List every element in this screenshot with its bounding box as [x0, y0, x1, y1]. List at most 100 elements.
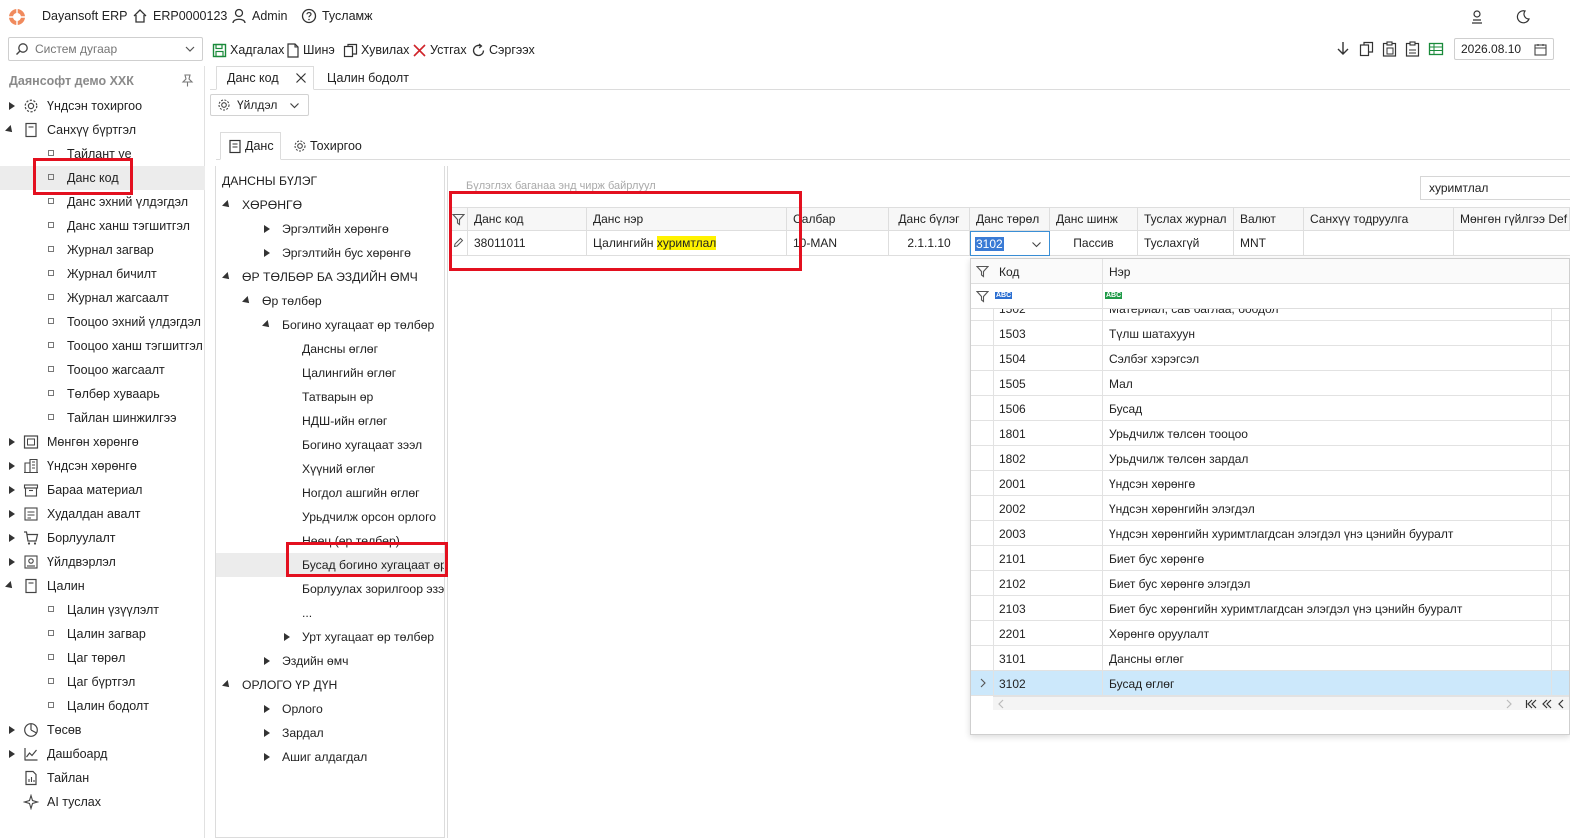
- expand-arrow-icon[interactable]: [9, 486, 15, 494]
- refresh-button[interactable]: Сэргээх: [471, 40, 535, 60]
- expand-arrow-icon[interactable]: [264, 657, 270, 665]
- list-item[interactable]: 2002 Үндсэн хөрөнгийн элэгдэл: [971, 496, 1569, 521]
- expand-arrow-icon[interactable]: [9, 102, 15, 110]
- expand-arrow-icon[interactable]: [9, 726, 15, 734]
- list-item[interactable]: 2001 Үндсэн хөрөнгө: [971, 471, 1569, 496]
- filter-icon[interactable]: [976, 290, 989, 303]
- filter-icon[interactable]: [976, 265, 989, 278]
- sidebar-item[interactable]: Данс ханш тэгшитгэл: [0, 214, 205, 238]
- sidebar-item[interactable]: Худалдан авалт: [0, 502, 205, 526]
- chevron-down-icon[interactable]: [184, 43, 196, 55]
- cell-branch[interactable]: 10-MAN: [787, 231, 889, 256]
- cell-account-nature[interactable]: Пассив: [1050, 231, 1138, 256]
- sidebar-item[interactable]: Үндсэн тохиргоо: [0, 94, 205, 118]
- sidebar-item[interactable]: Бараа материал: [0, 478, 205, 502]
- list-item[interactable]: 1801 Урьдчилж төлсөн тооцоо: [971, 421, 1569, 446]
- tree-node[interactable]: Богино хугацаат өр төлбөр: [216, 313, 444, 337]
- tree-node[interactable]: Хүүний өглөг: [216, 457, 444, 481]
- chevron-right-icon[interactable]: [1505, 699, 1513, 709]
- help-menu[interactable]: Тусламж: [301, 8, 373, 24]
- expand-arrow-icon[interactable]: [9, 558, 15, 566]
- sidebar-item[interactable]: Тооцоо жагсаалт: [0, 358, 205, 382]
- column-header-currency[interactable]: Валют: [1234, 207, 1304, 231]
- scroll-left-icon[interactable]: [1557, 699, 1565, 709]
- tree-node[interactable]: Урт хугацаат өр төлбөр: [216, 625, 444, 649]
- sidebar-item[interactable]: Цалин үзүүлэлт: [0, 598, 205, 622]
- sidebar-item[interactable]: Санхүү бүртгэл: [0, 118, 205, 142]
- save-button[interactable]: Хадгалах: [212, 40, 284, 60]
- tree-node[interactable]: Богино хугацаат зээл: [216, 433, 444, 457]
- tree-node[interactable]: Эргэлтийн хөрөнгө: [216, 217, 444, 241]
- tree-node[interactable]: Өр төлбөр: [216, 289, 444, 313]
- tree-node[interactable]: Эргэлтийн бус хөрөнгө: [216, 241, 444, 265]
- expand-arrow-icon[interactable]: [264, 753, 270, 761]
- sidebar-item[interactable]: Тайлан шинжилгээ: [0, 406, 205, 430]
- column-header-sub-journal[interactable]: Туслах журнал: [1138, 207, 1234, 231]
- tree-node[interactable]: ...: [216, 601, 444, 625]
- first-page-icon[interactable]: [1525, 699, 1537, 709]
- sidebar-item[interactable]: Тооцоо эхний үлдэгдэл: [0, 310, 205, 334]
- previous-page-icon[interactable]: [1541, 699, 1553, 709]
- dark-mode-icon[interactable]: [1515, 9, 1531, 25]
- sidebar-item[interactable]: Үндсэн хөрөнгө: [0, 454, 205, 478]
- expand-arrow-icon[interactable]: [9, 510, 15, 518]
- tree-node[interactable]: Зардал: [216, 721, 444, 745]
- excel-export-icon[interactable]: [1428, 41, 1444, 57]
- column-header-account-type[interactable]: Данс төрөл: [970, 207, 1050, 231]
- company-code[interactable]: ERP0000123: [132, 8, 227, 24]
- collapse-arrow-icon[interactable]: [222, 272, 232, 282]
- list-item[interactable]: 2201 Хөрөнгө оруулалт: [971, 621, 1569, 646]
- user-menu[interactable]: Admin: [231, 8, 287, 24]
- cell-sub-journal[interactable]: Туслахгүй: [1138, 231, 1234, 256]
- action-dropdown[interactable]: Үйлдэл: [210, 94, 309, 116]
- tree-node[interactable]: ОРЛОГО ҮР ДҮН: [216, 673, 444, 697]
- pin-icon[interactable]: [181, 74, 194, 87]
- paste-icon[interactable]: [1405, 41, 1420, 57]
- collapse-arrow-icon[interactable]: [5, 125, 15, 135]
- delete-button[interactable]: Устгах: [412, 40, 467, 60]
- tree-node[interactable]: Борлуулах зорилгоор эзэм: [216, 577, 444, 601]
- column-header-cashflow[interactable]: Мөнгөн гүйлгээ Def: [1454, 207, 1570, 231]
- list-item[interactable]: 2003 Үндсэн хөрөнгийн хуримтлагдсан элэгд…: [971, 521, 1569, 546]
- collapse-arrow-icon[interactable]: [5, 581, 15, 591]
- popup-col-code[interactable]: Код: [999, 265, 1019, 279]
- list-item[interactable]: 1502 Материал, сав баглаа, боодол: [971, 309, 1569, 321]
- tree-node[interactable]: Татварын өр: [216, 385, 444, 409]
- tree-node[interactable]: НДШ-ийн өглөг: [216, 409, 444, 433]
- expand-arrow-icon[interactable]: [9, 462, 15, 470]
- expand-arrow-icon[interactable]: [264, 249, 270, 257]
- list-item[interactable]: 1503 Түлш шатахуун: [971, 321, 1569, 346]
- copy-button[interactable]: Хувилах: [343, 40, 409, 60]
- sidebar-item[interactable]: AI туслах: [0, 790, 205, 814]
- tab-account[interactable]: Данс: [220, 132, 281, 160]
- expand-arrow-icon[interactable]: [264, 225, 270, 233]
- tree-node[interactable]: Дансны өглөг: [216, 337, 444, 361]
- collapse-arrow-icon[interactable]: [242, 296, 252, 306]
- list-item[interactable]: 3102 Бусад өглөг: [971, 671, 1569, 696]
- search-input[interactable]: [35, 42, 185, 56]
- list-item[interactable]: 1506 Бусад: [971, 396, 1569, 421]
- sidebar-item[interactable]: Журнал бичилт: [0, 262, 205, 286]
- column-header-branch[interactable]: Салбар: [787, 207, 889, 231]
- cell-cashflow[interactable]: [1454, 231, 1570, 256]
- column-header-finance-note[interactable]: Санхүү тодруулга: [1304, 207, 1454, 231]
- sidebar-item[interactable]: Цалин бодолт: [0, 694, 205, 718]
- tree-node[interactable]: Урьдчилж орсон орлого: [216, 505, 444, 529]
- sidebar-item[interactable]: Цалин: [0, 574, 205, 598]
- expand-arrow-icon[interactable]: [264, 729, 270, 737]
- sidebar-item[interactable]: Төсөв: [0, 718, 205, 742]
- cell-account-group[interactable]: 2.1.1.10: [889, 231, 970, 256]
- collapse-arrow-icon[interactable]: [262, 320, 272, 330]
- sidebar-item[interactable]: Журнал загвар: [0, 238, 205, 262]
- tree-node[interactable]: ХӨРӨНГӨ: [216, 193, 444, 217]
- close-icon[interactable]: [295, 72, 307, 84]
- list-item[interactable]: 1504 Сэлбэг хэрэгсэл: [971, 346, 1569, 371]
- cell-finance-note[interactable]: [1304, 231, 1454, 256]
- tree-node[interactable]: Ногдол ашгийн өглөг: [216, 481, 444, 505]
- tree-node[interactable]: Эздийн өмч: [216, 649, 444, 673]
- popup-col-name[interactable]: Нэр: [1109, 265, 1130, 279]
- sidebar-item[interactable]: Мөнгөн хөрөнгө: [0, 430, 205, 454]
- expand-arrow-icon[interactable]: [9, 534, 15, 542]
- tree-root[interactable]: ДАНСНЫ БҮЛЭГ: [216, 169, 444, 193]
- calendar-icon[interactable]: [1534, 43, 1547, 56]
